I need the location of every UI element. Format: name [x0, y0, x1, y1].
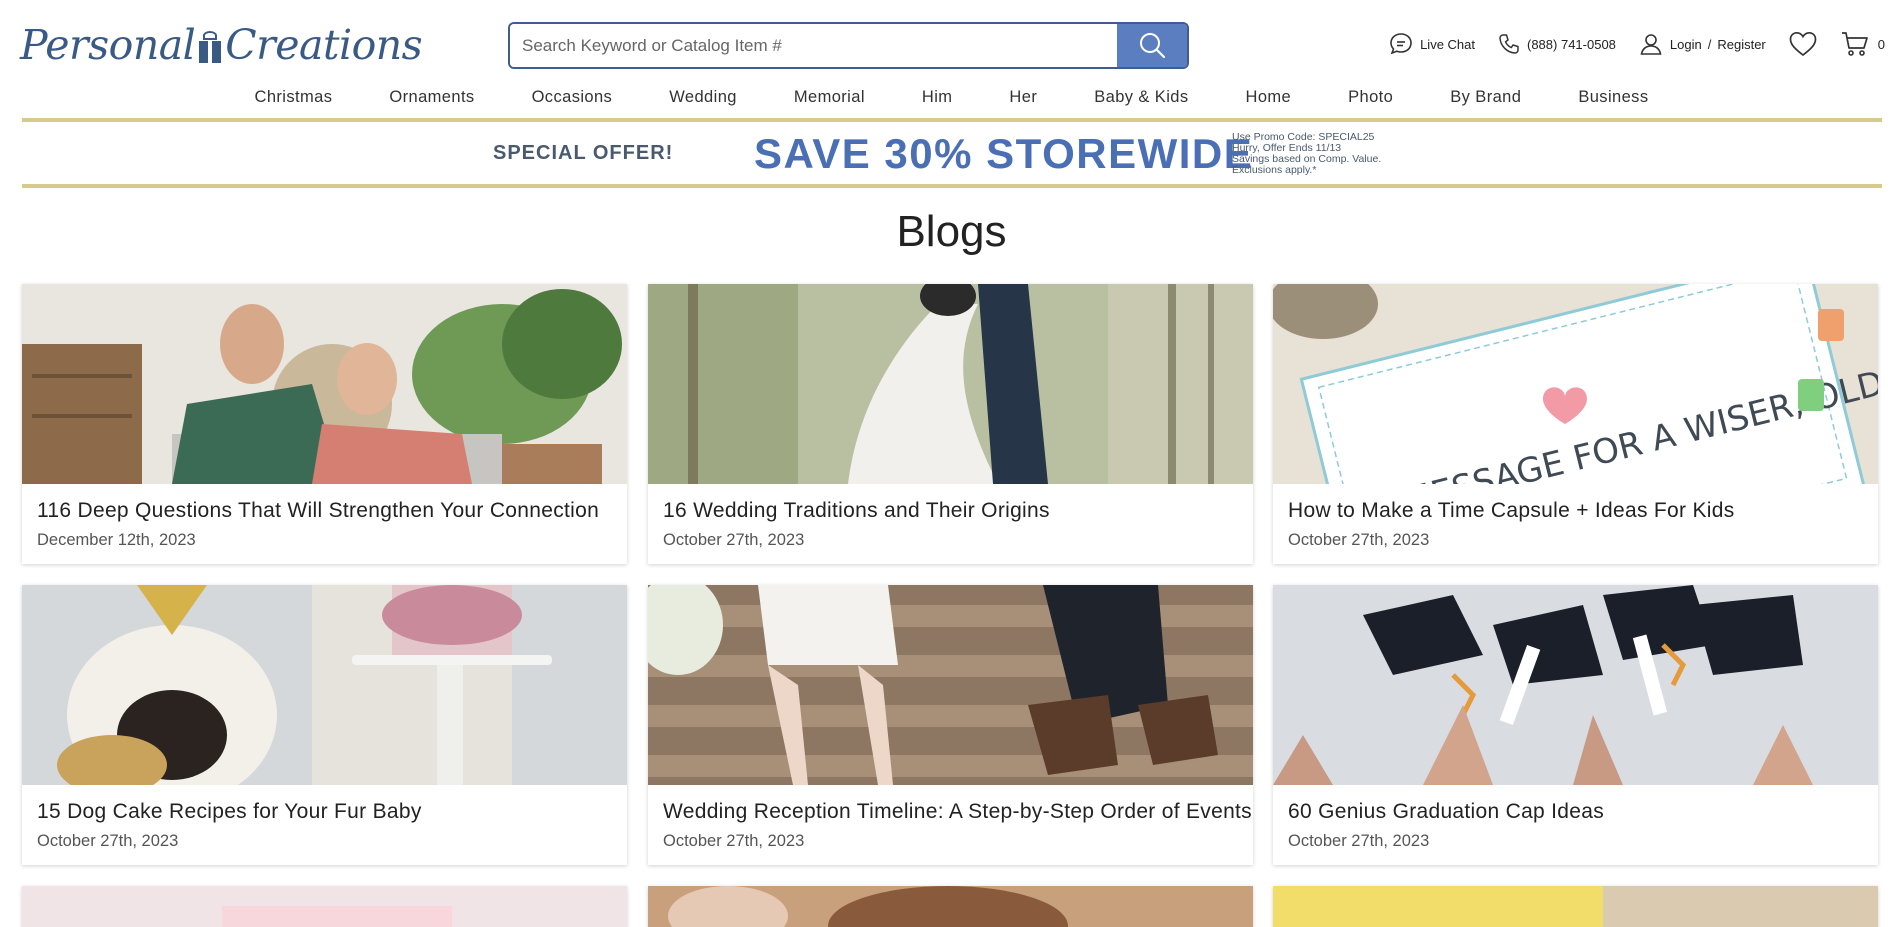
phone-link[interactable]: (888) 741-0508 [1497, 32, 1616, 56]
blog-card[interactable] [1273, 886, 1878, 927]
blog-card[interactable]: 60 Genius Graduation Cap Ideas October 2… [1273, 585, 1878, 865]
nav-item-photo[interactable]: Photo [1320, 88, 1422, 116]
search-icon [1140, 32, 1166, 58]
blog-card-date: October 27th, 2023 [1288, 832, 1430, 850]
blog-card-date: October 27th, 2023 [37, 832, 179, 850]
phone-icon [1499, 34, 1519, 54]
account-link[interactable]: Login / Register [1638, 31, 1766, 57]
promo-fine-print: Use Promo Code: SPECIAL25 Hurry, Offer E… [1232, 132, 1381, 176]
logo-text-personal: Personal [20, 21, 196, 69]
cart-button[interactable]: 0 [1840, 30, 1885, 58]
nav-item-ornaments[interactable]: Ornaments [361, 88, 503, 116]
blog-card-image [1273, 585, 1878, 785]
page-title: Blogs [896, 207, 1007, 256]
nav-item-memorial[interactable]: Memorial [765, 88, 893, 116]
blog-card-title[interactable]: 16 Wedding Traditions and Their Origins [663, 499, 1050, 523]
logo-text-creations: Creations [225, 21, 423, 69]
cart-icon [1841, 32, 1868, 56]
nav-item-her[interactable]: Her [981, 88, 1066, 116]
login-link[interactable]: Login [1670, 37, 1702, 52]
cart-count: 0 [1877, 36, 1885, 52]
site-header: Personal Creations Live Chat (888) 741- [0, 0, 1903, 80]
phone-number: (888) 741-0508 [1527, 36, 1616, 52]
login-register-separator: / [1707, 36, 1712, 52]
blog-card-image [1273, 886, 1878, 927]
blog-card[interactable]: 15 Dog Cake Recipes for Your Fur Baby Oc… [22, 585, 627, 865]
search-input[interactable] [510, 24, 1117, 67]
blog-card-title[interactable]: Wedding Reception Timeline: A Step-by-St… [663, 800, 1252, 824]
wishlist-button[interactable] [1788, 30, 1818, 58]
blog-card[interactable]: 16 Wedding Traditions and Their Origins … [648, 284, 1253, 564]
blog-card[interactable] [22, 886, 627, 927]
blog-card[interactable] [648, 886, 1253, 927]
user-icon [1640, 34, 1662, 55]
nav-item-by-brand[interactable]: By Brand [1422, 88, 1550, 116]
search-button[interactable] [1117, 24, 1187, 67]
promo-exclusions-line: Exclusions apply.* [1232, 164, 1317, 176]
main-navigation: Christmas Ornaments Occasions Wedding Memori… [0, 88, 1903, 116]
promo-label: SPECIAL OFFER! [493, 142, 674, 164]
search-bar [508, 22, 1189, 69]
nav-item-baby-kids[interactable]: Baby & Kids [1066, 88, 1217, 116]
blog-card-image [22, 284, 627, 484]
register-link[interactable]: Register [1717, 37, 1765, 52]
blog-card-date: October 27th, 2023 [1288, 531, 1430, 549]
nav-item-him[interactable]: Him [893, 88, 981, 116]
personal-creations-logo[interactable]: Personal Creations [20, 21, 423, 69]
heart-icon [1789, 31, 1817, 57]
blog-card[interactable]: Wedding Reception Timeline: A Step-by-St… [648, 585, 1253, 865]
promo-headline: SAVE 30% STOREWIDE [754, 130, 1254, 177]
blog-card-title[interactable]: How to Make a Time Capsule + Ideas For K… [1288, 499, 1735, 523]
nav-item-christmas[interactable]: Christmas [226, 88, 361, 116]
blog-card-image [648, 886, 1253, 927]
live-chat-label: Live Chat [1420, 36, 1475, 52]
blog-card-title[interactable]: 60 Genius Graduation Cap Ideas [1288, 800, 1604, 824]
blog-card-image [648, 585, 1253, 785]
blog-card-date: December 12th, 2023 [37, 531, 196, 549]
nav-item-home[interactable]: Home [1217, 88, 1320, 116]
nav-item-occasions[interactable]: Occasions [503, 88, 641, 116]
header-utilities: Live Chat (888) 741-0508 Login / Registe… [1366, 30, 1885, 58]
blog-card-image: A MESSAGE FOR A WISER, OLDER YOU [1273, 284, 1878, 484]
blog-card-image [648, 284, 1253, 484]
blog-card-title[interactable]: 116 Deep Questions That Will Strengthen … [37, 499, 599, 523]
gift-icon [197, 31, 223, 63]
blog-card-image [22, 886, 627, 927]
nav-item-business[interactable]: Business [1550, 88, 1677, 116]
blog-card-title[interactable]: 15 Dog Cake Recipes for Your Fur Baby [37, 800, 422, 824]
live-chat-link[interactable]: Live Chat [1388, 31, 1475, 57]
blog-card-date: October 27th, 2023 [663, 832, 805, 850]
chat-bubble-icon [1390, 33, 1412, 55]
blog-card[interactable]: A MESSAGE FOR A WISER, OLDER YOU How to … [1273, 284, 1878, 564]
blog-card-image [22, 585, 627, 785]
blog-card[interactable]: 116 Deep Questions That Will Strengthen … [22, 284, 627, 564]
blog-card-date: October 27th, 2023 [663, 531, 805, 549]
nav-item-wedding[interactable]: Wedding [641, 88, 766, 116]
promo-banner[interactable]: SPECIAL OFFER! SAVE 30% STOREWIDE Use Pr… [22, 118, 1882, 188]
